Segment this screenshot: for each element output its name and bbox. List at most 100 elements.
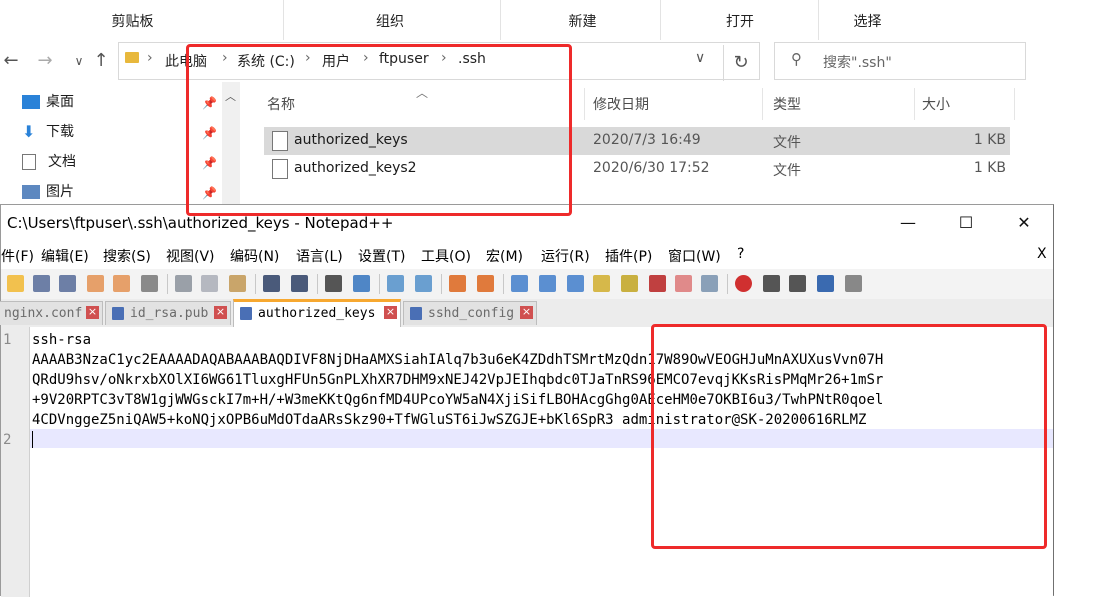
ribbon-group-open[interactable]: 打开 [670,0,810,40]
ribbon-divider [660,0,661,40]
sync-horizontal-icon[interactable] [477,275,494,292]
file-date: 2020/7/3 16:49 [593,132,701,148]
ribbon-group-new[interactable]: 新建 [510,0,655,40]
run-macro-multiple-icon[interactable] [817,275,834,292]
search-placeholder[interactable]: 搜索".ssh" [823,52,892,72]
nav-item-desktop[interactable]: 桌面 [22,90,74,114]
column-header-date[interactable]: 修改日期 [593,94,649,114]
menu-language[interactable]: 语言(L) [296,246,343,266]
tab-authorized-keys[interactable]: authorized_keys × [233,299,401,327]
close-document-button[interactable]: X [1037,246,1047,262]
tab-id-rsa-pub[interactable]: id_rsa.pub × [105,301,231,325]
record-macro-icon[interactable] [735,275,752,292]
function-list-icon[interactable] [649,275,666,292]
nav-item-label: 桌面 [46,94,74,110]
search-box[interactable]: ⚲ 搜索".ssh" [774,42,1026,80]
menu-run[interactable]: 运行(R) [541,246,590,266]
stop-macro-icon[interactable] [763,275,780,292]
nav-item-pictures[interactable]: 图片 [22,180,74,204]
line-number: 1 [3,332,12,348]
ribbon-group-clipboard[interactable]: 剪贴板 [60,0,205,40]
cut-icon[interactable] [175,275,192,292]
copy-icon[interactable] [201,275,218,292]
refresh-icon[interactable]: ↻ [723,45,758,81]
tab-close-icon[interactable]: × [520,306,533,319]
ribbon-divider [818,0,819,40]
undo-icon[interactable] [263,275,280,292]
toolbar-divider [441,274,442,294]
redo-icon[interactable] [291,275,308,292]
file-type: 文件 [773,135,801,151]
recent-dropdown-icon[interactable]: ∨ [68,50,90,72]
folder-as-workspace-icon[interactable] [675,275,692,292]
menu-encoding[interactable]: 编码(N) [230,246,279,266]
save-macro-icon[interactable] [845,275,862,292]
close-icon[interactable]: ✕ [1001,205,1047,241]
ribbon-group-organize[interactable]: 组织 [320,0,460,40]
tab-label: nginx.conf [4,306,83,321]
toolbar-divider [503,274,504,294]
nav-item-label: 图片 [46,184,74,200]
menu-bar: 件(F) 编辑(E) 搜索(S) 视图(V) 编码(N) 语言(L) 设置(T)… [1,241,1053,269]
menu-macro[interactable]: 宏(M) [486,246,523,266]
address-dropdown-icon[interactable]: ∨ [695,50,705,66]
menu-search[interactable]: 搜索(S) [103,246,151,266]
menu-edit[interactable]: 编辑(E) [41,246,89,266]
text-caret [32,431,33,448]
forward-arrow-icon[interactable]: → [34,50,56,72]
tab-close-icon[interactable]: × [384,306,397,319]
monitoring-icon[interactable] [701,275,718,292]
menu-window[interactable]: 窗口(W) [668,246,721,266]
play-macro-icon[interactable] [789,275,806,292]
file-tab-icon [410,307,422,320]
print-icon[interactable] [141,275,158,292]
save-icon[interactable] [33,275,50,292]
close-file-icon[interactable] [87,275,104,292]
user-language-icon[interactable] [593,275,610,292]
back-arrow-icon[interactable]: ← [0,50,22,72]
column-divider[interactable] [584,88,585,120]
ribbon-group-select[interactable]: 选择 [820,0,915,40]
replace-icon[interactable] [353,275,370,292]
find-icon[interactable] [325,275,342,292]
column-header-type[interactable]: 类型 [773,94,801,114]
file-tab-icon [240,307,252,320]
column-header-size[interactable]: 大小 [922,94,950,114]
nav-item-label: 下载 [46,124,74,140]
indent-guide-icon[interactable] [567,275,584,292]
tab-close-icon[interactable]: × [86,306,99,319]
nav-item-downloads[interactable]: ⬇ 下载 [22,120,74,144]
word-wrap-icon[interactable] [511,275,528,292]
column-divider[interactable] [762,88,763,120]
toolbar [1,269,1053,300]
menu-file[interactable]: 件(F) [1,246,34,266]
nav-item-documents[interactable]: 文档 [22,150,76,174]
open-file-icon[interactable] [7,275,24,292]
search-icon: ⚲ [791,50,802,68]
menu-tools[interactable]: 工具(O) [421,246,471,266]
tab-sshd-config[interactable]: sshd_config × [403,301,537,325]
show-all-characters-icon[interactable] [539,275,556,292]
up-arrow-icon[interactable]: ↑ [90,50,112,72]
minimize-icon[interactable]: — [885,205,931,241]
file-type: 文件 [773,163,801,179]
tab-nginx-conf[interactable]: nginx.conf × [0,301,103,325]
maximize-icon[interactable]: ☐ [943,205,989,241]
zoom-out-icon[interactable] [415,275,432,292]
menu-help[interactable]: ? [737,246,744,262]
tab-label: authorized_keys [258,306,376,321]
toolbar-divider [379,274,380,294]
paste-icon[interactable] [229,275,246,292]
menu-plugins[interactable]: 插件(P) [605,246,652,266]
close-all-icon[interactable] [113,275,130,292]
tab-close-icon[interactable]: × [214,306,227,319]
zoom-in-icon[interactable] [387,275,404,292]
document-map-icon[interactable] [621,275,638,292]
menu-view[interactable]: 视图(V) [166,246,215,266]
save-all-icon[interactable] [59,275,76,292]
column-divider[interactable] [914,88,915,120]
sync-vertical-icon[interactable] [449,275,466,292]
column-divider[interactable] [1014,88,1015,120]
menu-settings[interactable]: 设置(T) [358,246,405,266]
file-date: 2020/6/30 17:52 [593,160,710,176]
